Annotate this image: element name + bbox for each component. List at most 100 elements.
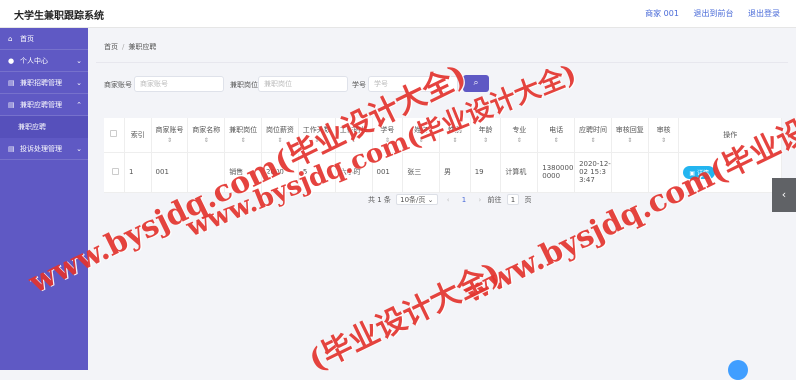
back-to-front-link[interactable]: 退出到前台 [693, 9, 733, 18]
student-no-label: 学号 [352, 81, 366, 89]
page-size-select[interactable]: 10条/页 ⌄ [396, 194, 438, 205]
chevron-down-icon: ⌄ [76, 57, 82, 65]
row-select-cell[interactable] [104, 152, 125, 193]
list-icon: ▤ [8, 101, 15, 109]
column-header[interactable]: 学号 ⇕ [372, 118, 404, 153]
cell-major: 计算机 [500, 152, 539, 193]
column-header[interactable]: 审核 ⇕ [648, 118, 680, 153]
detail-icon: ▣ [689, 169, 697, 177]
sort-icon[interactable]: ⇕ [225, 137, 261, 144]
sort-icon[interactable]: ⇕ [336, 137, 372, 144]
chevron-up-icon: ⌃ [76, 101, 82, 109]
column-header[interactable]: 工作天数 ⇕ [298, 118, 336, 153]
goto-label: 前往 [487, 196, 502, 204]
table-row: 1 001 销售 2000 5 六小时 001 张三 男 19 计算机 1380… [104, 152, 782, 193]
select-all-checkbox[interactable] [110, 130, 118, 138]
sidebar-item-home[interactable]: ⌂ 首页 [0, 28, 88, 50]
row-checkbox[interactable] [112, 167, 120, 175]
cell-student-name: 张三 [402, 152, 441, 193]
student-no-input[interactable] [368, 76, 458, 92]
column-header[interactable]: 商家名称 ⇕ [187, 118, 226, 153]
logout-link[interactable]: 退出登录 [748, 9, 780, 18]
sort-icon[interactable]: ⇕ [575, 137, 611, 144]
cell-age: 19 [470, 152, 502, 193]
column-header[interactable]: 应聘时间 ⇕ [574, 118, 612, 153]
sort-icon[interactable]: ⇕ [440, 137, 470, 144]
breadcrumb-separator: / [122, 43, 125, 51]
cell-gender: 男 [439, 152, 471, 193]
sort-icon[interactable]: ⇕ [501, 137, 537, 144]
breadcrumb-home[interactable]: 首页 [104, 43, 118, 51]
top-nav: 商家 001 退出到前台 退出登录 [633, 8, 780, 19]
prev-page-button[interactable]: ‹ [447, 196, 450, 204]
cell-hours: 六小时 [335, 152, 373, 193]
sort-icon[interactable]: ⇕ [471, 137, 501, 144]
total-count: 共 1 条 [368, 196, 391, 204]
account-label: 商家账号 [104, 81, 132, 89]
divider [96, 62, 788, 63]
search-icon: ⌕ [473, 78, 479, 88]
table-header-row: 索引 商家账号 ⇕ 商家名称 ⇕ 兼职岗位 ⇕ 岗位薪资 ⇕ 工作天数 ⇕ 工作时长 ⇕ 学… [104, 118, 782, 153]
cell-account: 001 [151, 152, 189, 193]
chevron-down-icon: ⌄ [427, 196, 434, 204]
top-bar: 大学生兼职跟踪系统 商家 001 退出到前台 退出登录 [0, 0, 796, 28]
detail-button-label: 详情 [696, 169, 709, 177]
sidebar-item-label: 投诉处理管理 [20, 145, 62, 153]
sidebar-item-apply[interactable]: ▤ 兼职应聘管理 ⌃ [0, 94, 88, 116]
floating-action-button[interactable] [728, 360, 748, 380]
column-header[interactable]: 专业 ⇕ [500, 118, 539, 153]
sidebar-item-complaint[interactable]: ▤ 投诉处理管理 ⌄ [0, 138, 88, 160]
cell-student-no: 001 [372, 152, 404, 193]
chevron-down-icon: ⌄ [76, 145, 82, 153]
sort-icon[interactable]: ⇕ [188, 137, 224, 144]
column-header[interactable]: 电话 ⇕ [537, 118, 576, 153]
sidebar-item-profile[interactable]: ● 个人中心 ⌄ [0, 50, 88, 72]
page-unit-label: 页 [524, 196, 532, 204]
current-page[interactable]: 1 [462, 196, 466, 204]
column-header[interactable]: 年龄 ⇕ [470, 118, 502, 153]
cell-merchant-name [187, 152, 226, 193]
sort-icon[interactable]: ⇕ [373, 137, 403, 144]
chevron-left-icon: ‹ [781, 188, 787, 201]
goto-page-input[interactable]: 1 [506, 194, 520, 205]
search-button[interactable]: ⌕ [463, 75, 489, 92]
side-toggle-button[interactable]: ‹ [772, 178, 796, 212]
detail-button[interactable]: ▣ 详情 [683, 165, 715, 179]
cell-days: 5 [298, 152, 336, 193]
sidebar-item-recruit[interactable]: ▤ 兼职招聘管理 ⌄ [0, 72, 88, 94]
cell-position: 销售 [224, 152, 263, 193]
list-icon: ▤ [8, 79, 15, 87]
sidebar-item-label: 个人中心 [20, 57, 48, 65]
column-header[interactable]: 商家账号 ⇕ [151, 118, 189, 153]
list-icon: ▤ [8, 145, 15, 153]
main-content: 首页 /兼职应聘 商家账号 兼职岗位 学号 ⌕ 索引 商家账号⇕ 商家名称⇕ 兼职… [88, 28, 796, 370]
column-header[interactable]: 兼职岗位 ⇕ [224, 118, 263, 153]
sort-icon[interactable]: ⇕ [649, 137, 679, 144]
sort-icon[interactable]: ⇕ [299, 137, 335, 144]
sort-icon[interactable]: ⇕ [262, 137, 298, 144]
user-icon: ● [8, 57, 15, 65]
sort-icon[interactable]: ⇕ [403, 137, 439, 144]
account-input[interactable] [134, 76, 224, 92]
column-header[interactable]: 工作时长 ⇕ [335, 118, 373, 153]
cell-index: 1 [124, 152, 152, 193]
select-all-cell[interactable] [104, 118, 125, 153]
cell-audit [648, 152, 680, 193]
column-header[interactable]: 姓名 ⇕ [402, 118, 441, 153]
app-title: 大学生兼职跟踪系统 [14, 11, 104, 22]
sort-icon[interactable]: ⇕ [152, 137, 188, 144]
sidebar-item-label: 首页 [20, 35, 34, 43]
sort-icon[interactable]: ⇕ [538, 137, 574, 144]
next-page-button[interactable]: › [479, 196, 482, 204]
sort-icon[interactable]: ⇕ [612, 137, 648, 144]
column-header[interactable]: 性别 ⇕ [439, 118, 471, 153]
home-icon: ⌂ [8, 35, 13, 43]
cell-time: 2020-12-02 15:33:47 [574, 152, 612, 193]
column-header[interactable]: 岗位薪资 ⇕ [261, 118, 299, 153]
current-user[interactable]: 商家 001 [645, 9, 679, 18]
column-header[interactable]: 审核回复 ⇕ [611, 118, 649, 153]
sidebar-subitem-apply[interactable]: 兼职应聘 [0, 116, 88, 138]
pagination: 共 1 条 10条/页 ⌄ ‹ 1 › 前往 1 页 [368, 194, 531, 205]
column-header: 操作 [678, 118, 782, 153]
position-input[interactable] [258, 76, 348, 92]
